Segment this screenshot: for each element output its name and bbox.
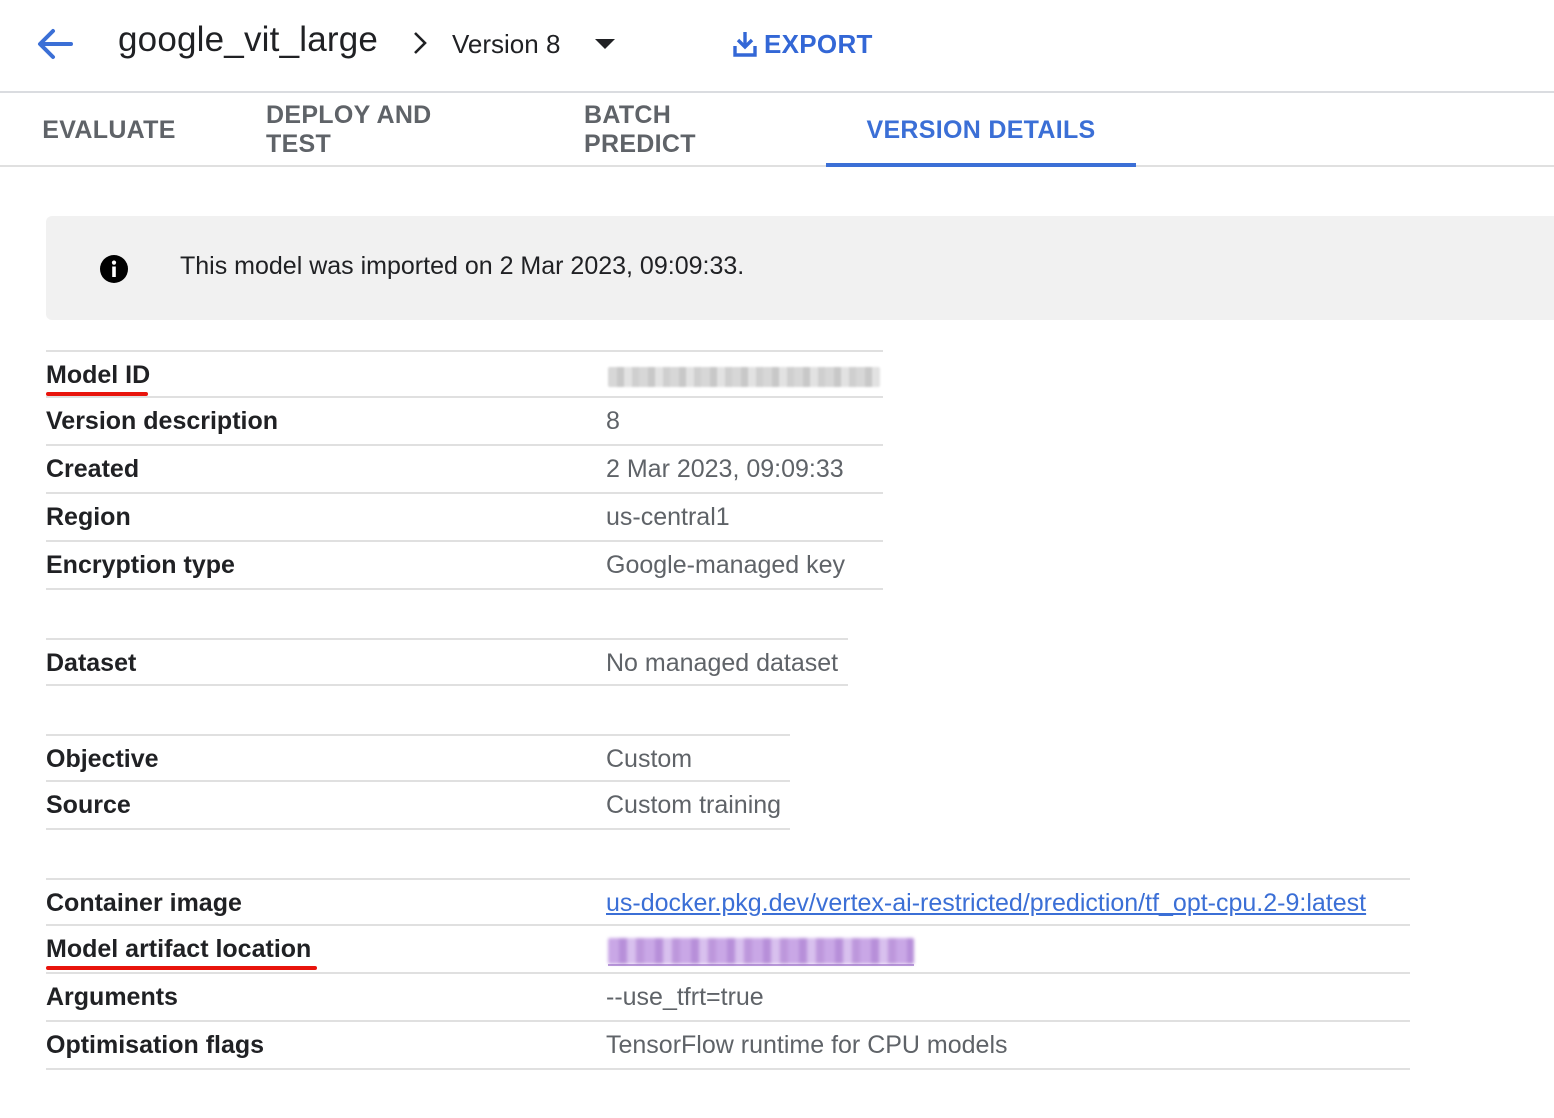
container-image-link[interactable]: us-docker.pkg.dev/vertex-ai-restricted/p…	[606, 889, 1366, 918]
detail-value-arguments: --use_tfrt=true	[606, 983, 764, 1011]
detail-value-created: 2 Mar 2023, 09:09:33	[606, 455, 844, 483]
detail-row-dataset: Dataset No managed dataset	[46, 638, 848, 686]
version-label: Version 8	[452, 28, 561, 59]
detail-value-source: Custom training	[606, 791, 782, 819]
details-table-training: Objective Custom Source Custom training	[46, 734, 790, 830]
detail-row-version-description: Version description 8	[46, 398, 883, 446]
detail-label-objective: Objective	[46, 745, 159, 773]
tab-version-details[interactable]: VERSION DETAILS	[826, 95, 1136, 167]
version-dropdown[interactable]: Version 8	[452, 22, 616, 66]
details-table-dataset: Dataset No managed dataset	[46, 638, 848, 686]
detail-value-objective: Custom	[606, 745, 693, 773]
redacted-link-underline	[608, 964, 914, 966]
detail-label-model-id: Model ID	[46, 361, 151, 389]
detail-row-arguments: Arguments --use_tfrt=true	[46, 974, 1410, 1022]
detail-label-optimisation-flags: Optimisation flags	[46, 1031, 265, 1059]
tab-deploy-and-test[interactable]: DEPLOY AND TEST	[266, 95, 488, 165]
detail-value-dataset: No managed dataset	[606, 649, 839, 677]
details-table-basic: Model ID Version description 8 Created 2…	[46, 350, 883, 590]
detail-value-region: us-central1	[606, 503, 730, 531]
info-icon	[100, 255, 128, 283]
tab-evaluate[interactable]: EVALUATE	[42, 95, 175, 165]
detail-label-container-image: Container image	[46, 889, 242, 917]
tab-batch-predict[interactable]: BATCH PREDICT	[584, 95, 778, 165]
back-button[interactable]	[32, 22, 76, 66]
model-title: google_vit_large	[118, 20, 379, 59]
export-label: EXPORT	[764, 28, 873, 59]
detail-value-version-description: 8	[606, 407, 620, 435]
detail-value-encryption-type: Google-managed key	[606, 551, 846, 579]
page-header: google_vit_large Version 8 EXPORT	[0, 0, 1554, 93]
detail-row-model-id: Model ID	[46, 350, 883, 398]
detail-row-container-image: Container image us-docker.pkg.dev/vertex…	[46, 878, 1410, 926]
detail-value-optimisation-flags: TensorFlow runtime for CPU models	[606, 1031, 1008, 1059]
annotation-underline	[46, 966, 317, 970]
detail-row-created: Created 2 Mar 2023, 09:09:33	[46, 446, 883, 494]
detail-label-created: Created	[46, 455, 140, 483]
detail-label-source: Source	[46, 791, 131, 819]
detail-label-version-description: Version description	[46, 407, 279, 435]
banner-text: This model was imported on 2 Mar 2023, 0…	[180, 252, 745, 280]
detail-row-source: Source Custom training	[46, 782, 790, 830]
detail-label-arguments: Arguments	[46, 983, 178, 1011]
redacted-model-id	[608, 367, 880, 387]
detail-label-dataset: Dataset	[46, 649, 137, 677]
tab-bar: EVALUATE DEPLOY AND TEST BATCH PREDICT V…	[0, 95, 1554, 167]
detail-row-encryption-type: Encryption type Google-managed key	[46, 542, 883, 590]
detail-label-region: Region	[46, 503, 131, 531]
download-icon	[733, 32, 757, 57]
details-table-container: Container image us-docker.pkg.dev/vertex…	[46, 878, 1410, 1070]
detail-row-region: Region us-central1	[46, 494, 883, 542]
detail-row-model-artifact-location: Model artifact location	[46, 926, 1410, 974]
arrow-back-icon	[38, 29, 73, 59]
annotation-underline	[46, 392, 148, 396]
chevron-right-icon	[405, 27, 435, 59]
export-button[interactable]: EXPORT	[730, 22, 873, 66]
dropdown-arrow-icon	[594, 38, 616, 50]
redacted-artifact-link[interactable]	[608, 938, 914, 964]
detail-row-objective: Objective Custom	[46, 734, 790, 782]
detail-label-model-artifact-location: Model artifact location	[46, 935, 312, 963]
detail-label-encryption-type: Encryption type	[46, 551, 235, 579]
detail-row-optimisation-flags: Optimisation flags TensorFlow runtime fo…	[46, 1022, 1410, 1070]
